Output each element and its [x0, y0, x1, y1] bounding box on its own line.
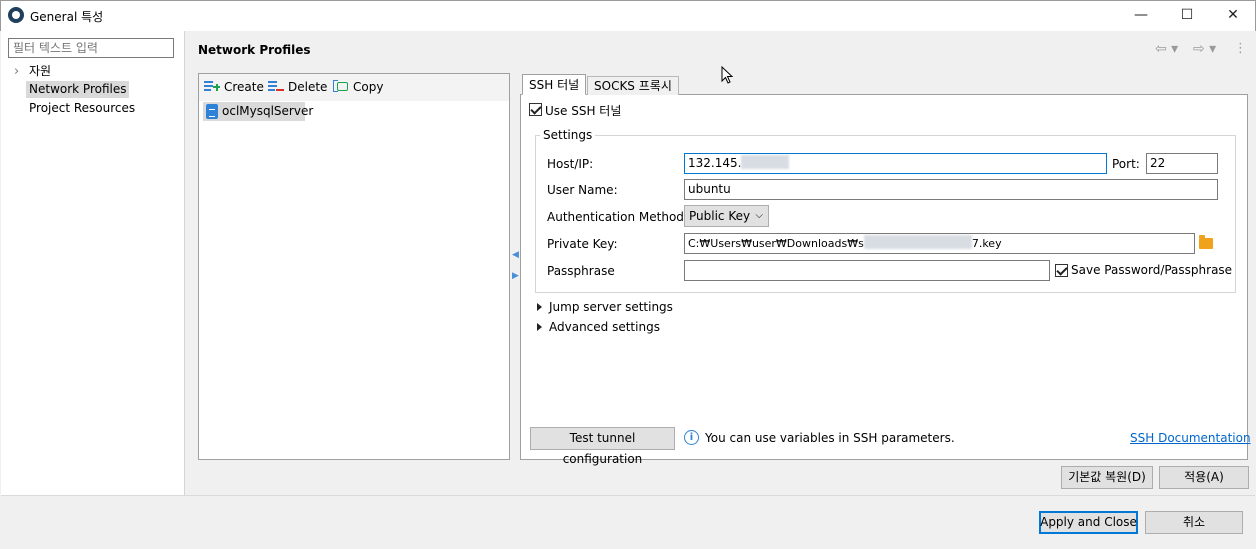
copy-button[interactable]: Copy — [333, 78, 383, 96]
delete-icon — [268, 80, 284, 92]
close-button[interactable]: ✕ — [1210, 0, 1256, 30]
auth-method-select[interactable]: Public Key ⌵ — [684, 205, 769, 227]
use-ssh-checkbox[interactable] — [529, 103, 542, 116]
view-menu-icon[interactable]: ⋮ — [1234, 41, 1247, 56]
advanced-settings-expander[interactable]: Advanced settings — [537, 320, 660, 334]
profile-list-item[interactable]: oclMysqlServer — [203, 102, 313, 121]
save-passphrase-label: Save Password/Passphrase — [1071, 263, 1233, 277]
host-value: 132.145. — [688, 156, 742, 170]
tab-socks-proxy[interactable]: SOCKS 프록시 — [587, 76, 679, 95]
settings-title: Settings — [540, 128, 596, 142]
create-icon — [204, 80, 220, 92]
use-ssh-label: Use SSH 터널 — [545, 104, 622, 118]
redacted-host — [741, 155, 790, 169]
profile-name: oclMysqlServer — [222, 104, 314, 118]
folder-icon[interactable] — [1199, 235, 1213, 249]
passphrase-input[interactable] — [684, 260, 1050, 281]
private-key-prefix: C:₩Users₩user₩Downloads₩s — [688, 237, 864, 250]
create-button[interactable]: Create — [204, 78, 264, 96]
info-icon: i — [684, 430, 699, 445]
restore-defaults-button[interactable]: 기본값 복원(D) — [1061, 466, 1153, 489]
info-text: You can use variables in SSH parameters. — [705, 431, 955, 445]
cancel-button[interactable]: 취소 — [1145, 511, 1243, 534]
back-arrow-icon[interactable]: ⇦ ▾ — [1155, 41, 1178, 57]
apply-button[interactable]: 적용(A) — [1159, 466, 1249, 489]
auth-method-label: Authentication Method: — [547, 210, 688, 224]
filter-input[interactable] — [8, 38, 174, 58]
maximize-button[interactable]: ☐ — [1164, 0, 1210, 30]
ssh-documentation-link[interactable]: SSH Documentation — [1130, 431, 1251, 445]
auth-method-value: Public Key — [689, 209, 751, 223]
sidebar-item-network-profiles[interactable]: Network Profiles — [26, 81, 130, 98]
user-name-label: User Name: — [547, 183, 618, 197]
user-name-input[interactable]: ubuntu — [684, 179, 1218, 200]
profile-icon — [206, 104, 218, 119]
app-icon — [8, 7, 24, 23]
delete-button[interactable]: Delete — [268, 78, 327, 96]
copy-label: Copy — [353, 80, 384, 94]
profiles-list — [198, 73, 510, 460]
redacted-key — [863, 235, 972, 249]
sidebar-item-resources[interactable]: 자원 — [29, 63, 51, 80]
expand-arrow-icon — [537, 323, 542, 331]
test-tunnel-button[interactable]: Test tunnel configuration — [530, 427, 675, 466]
forward-arrow-icon[interactable]: ⇨ ▾ — [1193, 41, 1216, 57]
jump-server-expander[interactable]: Jump server settings — [537, 300, 673, 314]
page-title: Network Profiles — [198, 43, 311, 57]
copy-icon — [333, 80, 349, 92]
save-passphrase-checkbox[interactable] — [1055, 264, 1068, 277]
sidebar-item-project-resources[interactable]: Project Resources — [29, 100, 135, 117]
tab-ssh-tunnel[interactable]: SSH 터널 — [522, 74, 587, 95]
host-input[interactable]: 132.145. — [684, 153, 1107, 174]
chevron-down-icon: ⌵ — [755, 210, 763, 221]
expand-arrow-icon — [537, 303, 542, 311]
collapse-left-icon[interactable]: ◀ — [512, 250, 519, 262]
minimize-button[interactable]: — — [1118, 0, 1164, 30]
apply-and-close-button[interactable]: Apply and Close — [1039, 511, 1138, 534]
create-label: Create — [224, 80, 264, 94]
advanced-settings-label: Advanced settings — [549, 320, 660, 334]
window-title: General 특성 — [30, 10, 104, 24]
port-input[interactable]: 22 — [1146, 153, 1218, 174]
collapse-right-icon[interactable]: ▶ — [512, 271, 519, 283]
passphrase-label: Passphrase — [547, 264, 615, 278]
private-key-suffix: 7.key — [971, 237, 1002, 250]
host-label: Host/IP: — [547, 157, 594, 171]
private-key-input[interactable]: C:₩Users₩user₩Downloads₩s 7.key — [684, 233, 1195, 254]
port-label: Port: — [1112, 157, 1140, 171]
chevron-right-icon[interactable]: › — [14, 63, 19, 80]
mouse-cursor-icon — [721, 66, 734, 84]
private-key-label: Private Key: — [547, 237, 618, 251]
jump-server-label: Jump server settings — [549, 300, 673, 314]
title-bar — [0, 0, 1256, 31]
delete-label: Delete — [288, 80, 328, 94]
